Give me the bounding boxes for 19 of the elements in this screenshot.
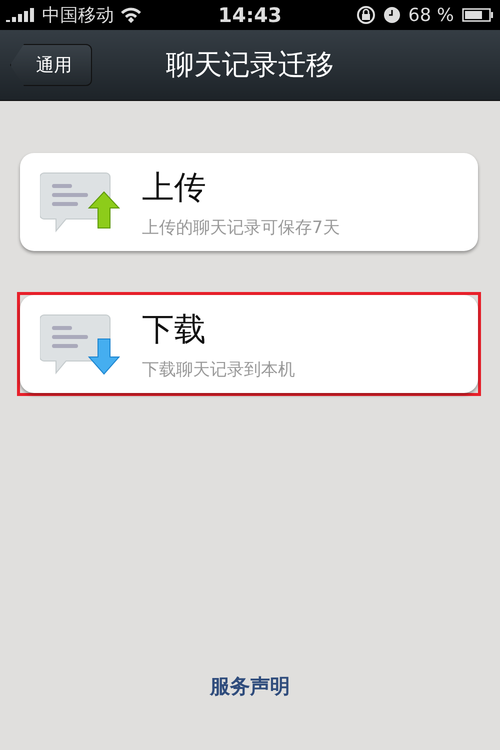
carrier-name: 中国移动: [42, 4, 114, 27]
option-title: 上传: [142, 166, 207, 208]
page-title: 聊天记录迁移: [166, 47, 334, 83]
back-button[interactable]: 通用: [10, 44, 92, 86]
battery-percent: 68 %: [408, 4, 454, 26]
rotation-lock-icon: [356, 5, 376, 25]
chat-download-icon: [40, 313, 120, 375]
clock-icon: [384, 7, 400, 23]
option-card[interactable]: 下载 下载聊天记录到本机: [20, 295, 478, 393]
battery-icon: [462, 8, 494, 22]
option-title: 下载: [142, 308, 207, 350]
chat-upload-icon: [40, 171, 120, 233]
service-terms-link[interactable]: 服务声明: [210, 674, 290, 698]
option-card[interactable]: 上传 上传的聊天记录可保存7天: [20, 153, 478, 251]
signal-icon: [6, 8, 36, 22]
option-subtitle: 上传的聊天记录可保存7天: [142, 216, 340, 238]
status-time: 14:43: [218, 3, 282, 27]
option-subtitle: 下载聊天记录到本机: [142, 358, 295, 380]
wifi-icon: [120, 7, 142, 23]
